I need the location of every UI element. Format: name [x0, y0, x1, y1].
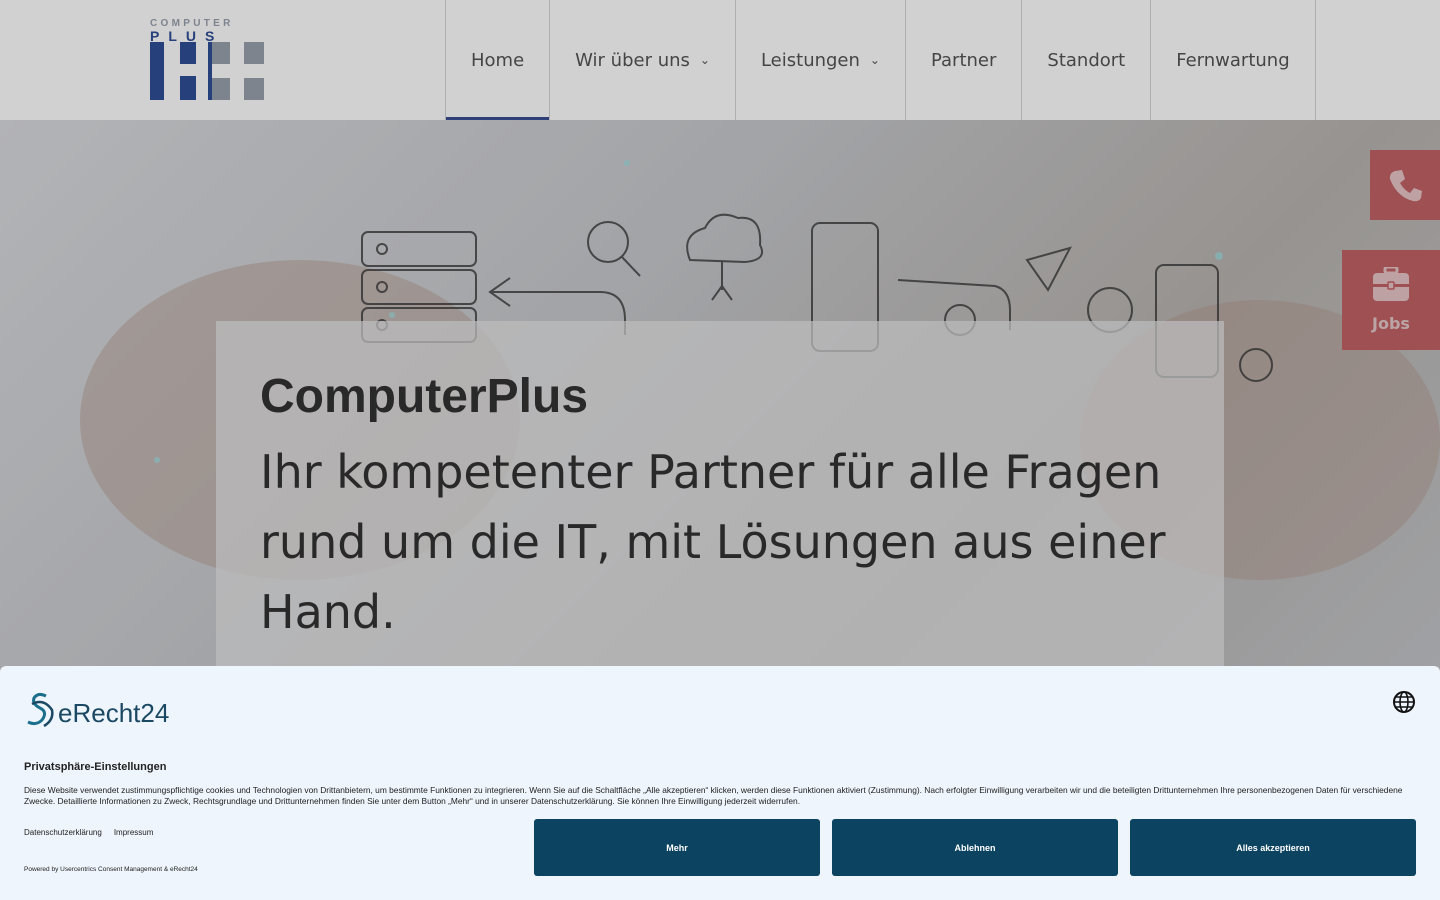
jobs-label: Jobs — [1372, 314, 1410, 333]
nav-wir-ueber-uns-label: Wir über uns — [575, 49, 690, 71]
erecht24-brand: eRecht24 — [58, 698, 170, 728]
nav-partner[interactable]: Partner — [906, 0, 1023, 120]
imprint-link[interactable]: Impressum — [114, 828, 154, 837]
nav-home-label: Home — [471, 49, 525, 71]
nav-fernwartung[interactable]: Fernwartung — [1151, 0, 1316, 120]
accept-all-button[interactable]: Alles akzeptieren — [1130, 819, 1416, 876]
phone-icon — [1389, 170, 1422, 202]
language-globe-icon[interactable] — [1392, 690, 1416, 714]
consent-title: Privatsphäre-Einstellungen — [24, 761, 167, 773]
nav-leistungen-label: Leistungen — [760, 49, 860, 71]
powered-by-text: Powered by Usercentrics Consent Manageme… — [24, 866, 198, 873]
nav-standort-label: Standort — [1047, 49, 1126, 71]
hero-title: ComputerPlus — [260, 370, 589, 423]
chevron-down-icon: ⌄ — [699, 53, 710, 67]
privacy-policy-link[interactable]: Datenschutzerklärung — [24, 828, 102, 837]
computerplus-logo[interactable]: COMPUTER PLUS — [150, 18, 264, 102]
jobs-tab[interactable]: Jobs — [1342, 250, 1440, 350]
logo-mark-icon — [150, 42, 264, 100]
decline-button[interactable]: Ablehnen — [832, 819, 1118, 876]
nav-leistungen[interactable]: Leistungen ⌄ — [736, 0, 906, 120]
erecht24-logo-icon — [27, 692, 54, 728]
main-nav: Home Wir über uns ⌄ Leistungen ⌄ Partner… — [445, 0, 1316, 120]
hero-banner: ComputerPlus Ihr kompetenter Partner für… — [0, 120, 1440, 666]
nav-partner-label: Partner — [930, 49, 997, 71]
nav-home[interactable]: Home — [446, 0, 551, 120]
chevron-down-icon: ⌄ — [869, 53, 880, 67]
consent-description: Diese Website verwendet zustimmungspflic… — [24, 785, 1403, 806]
site-header: COMPUTER PLUS Home Wir über uns ⌄ Leistu… — [0, 0, 1440, 120]
consent-links: Datenschutzerklärung Impressum — [24, 828, 153, 837]
nav-standort[interactable]: Standort — [1022, 0, 1152, 120]
nav-wir-ueber-uns[interactable]: Wir über uns ⌄ — [550, 0, 736, 120]
briefcase-icon — [1373, 267, 1409, 301]
more-button[interactable]: Mehr — [534, 819, 820, 876]
erecht24-logo: eRecht24 — [24, 690, 169, 730]
nav-fernwartung-label: Fernwartung — [1176, 49, 1290, 71]
hero-subtitle: Ihr kompetenter Partner für alle Fragen … — [260, 445, 1166, 639]
hero-text-box: ComputerPlus Ihr kompetenter Partner für… — [216, 321, 1224, 666]
phone-tab[interactable] — [1370, 150, 1440, 220]
cookie-consent-banner: eRecht24 Privatsphäre-Einstellungen Dies… — [0, 666, 1440, 900]
